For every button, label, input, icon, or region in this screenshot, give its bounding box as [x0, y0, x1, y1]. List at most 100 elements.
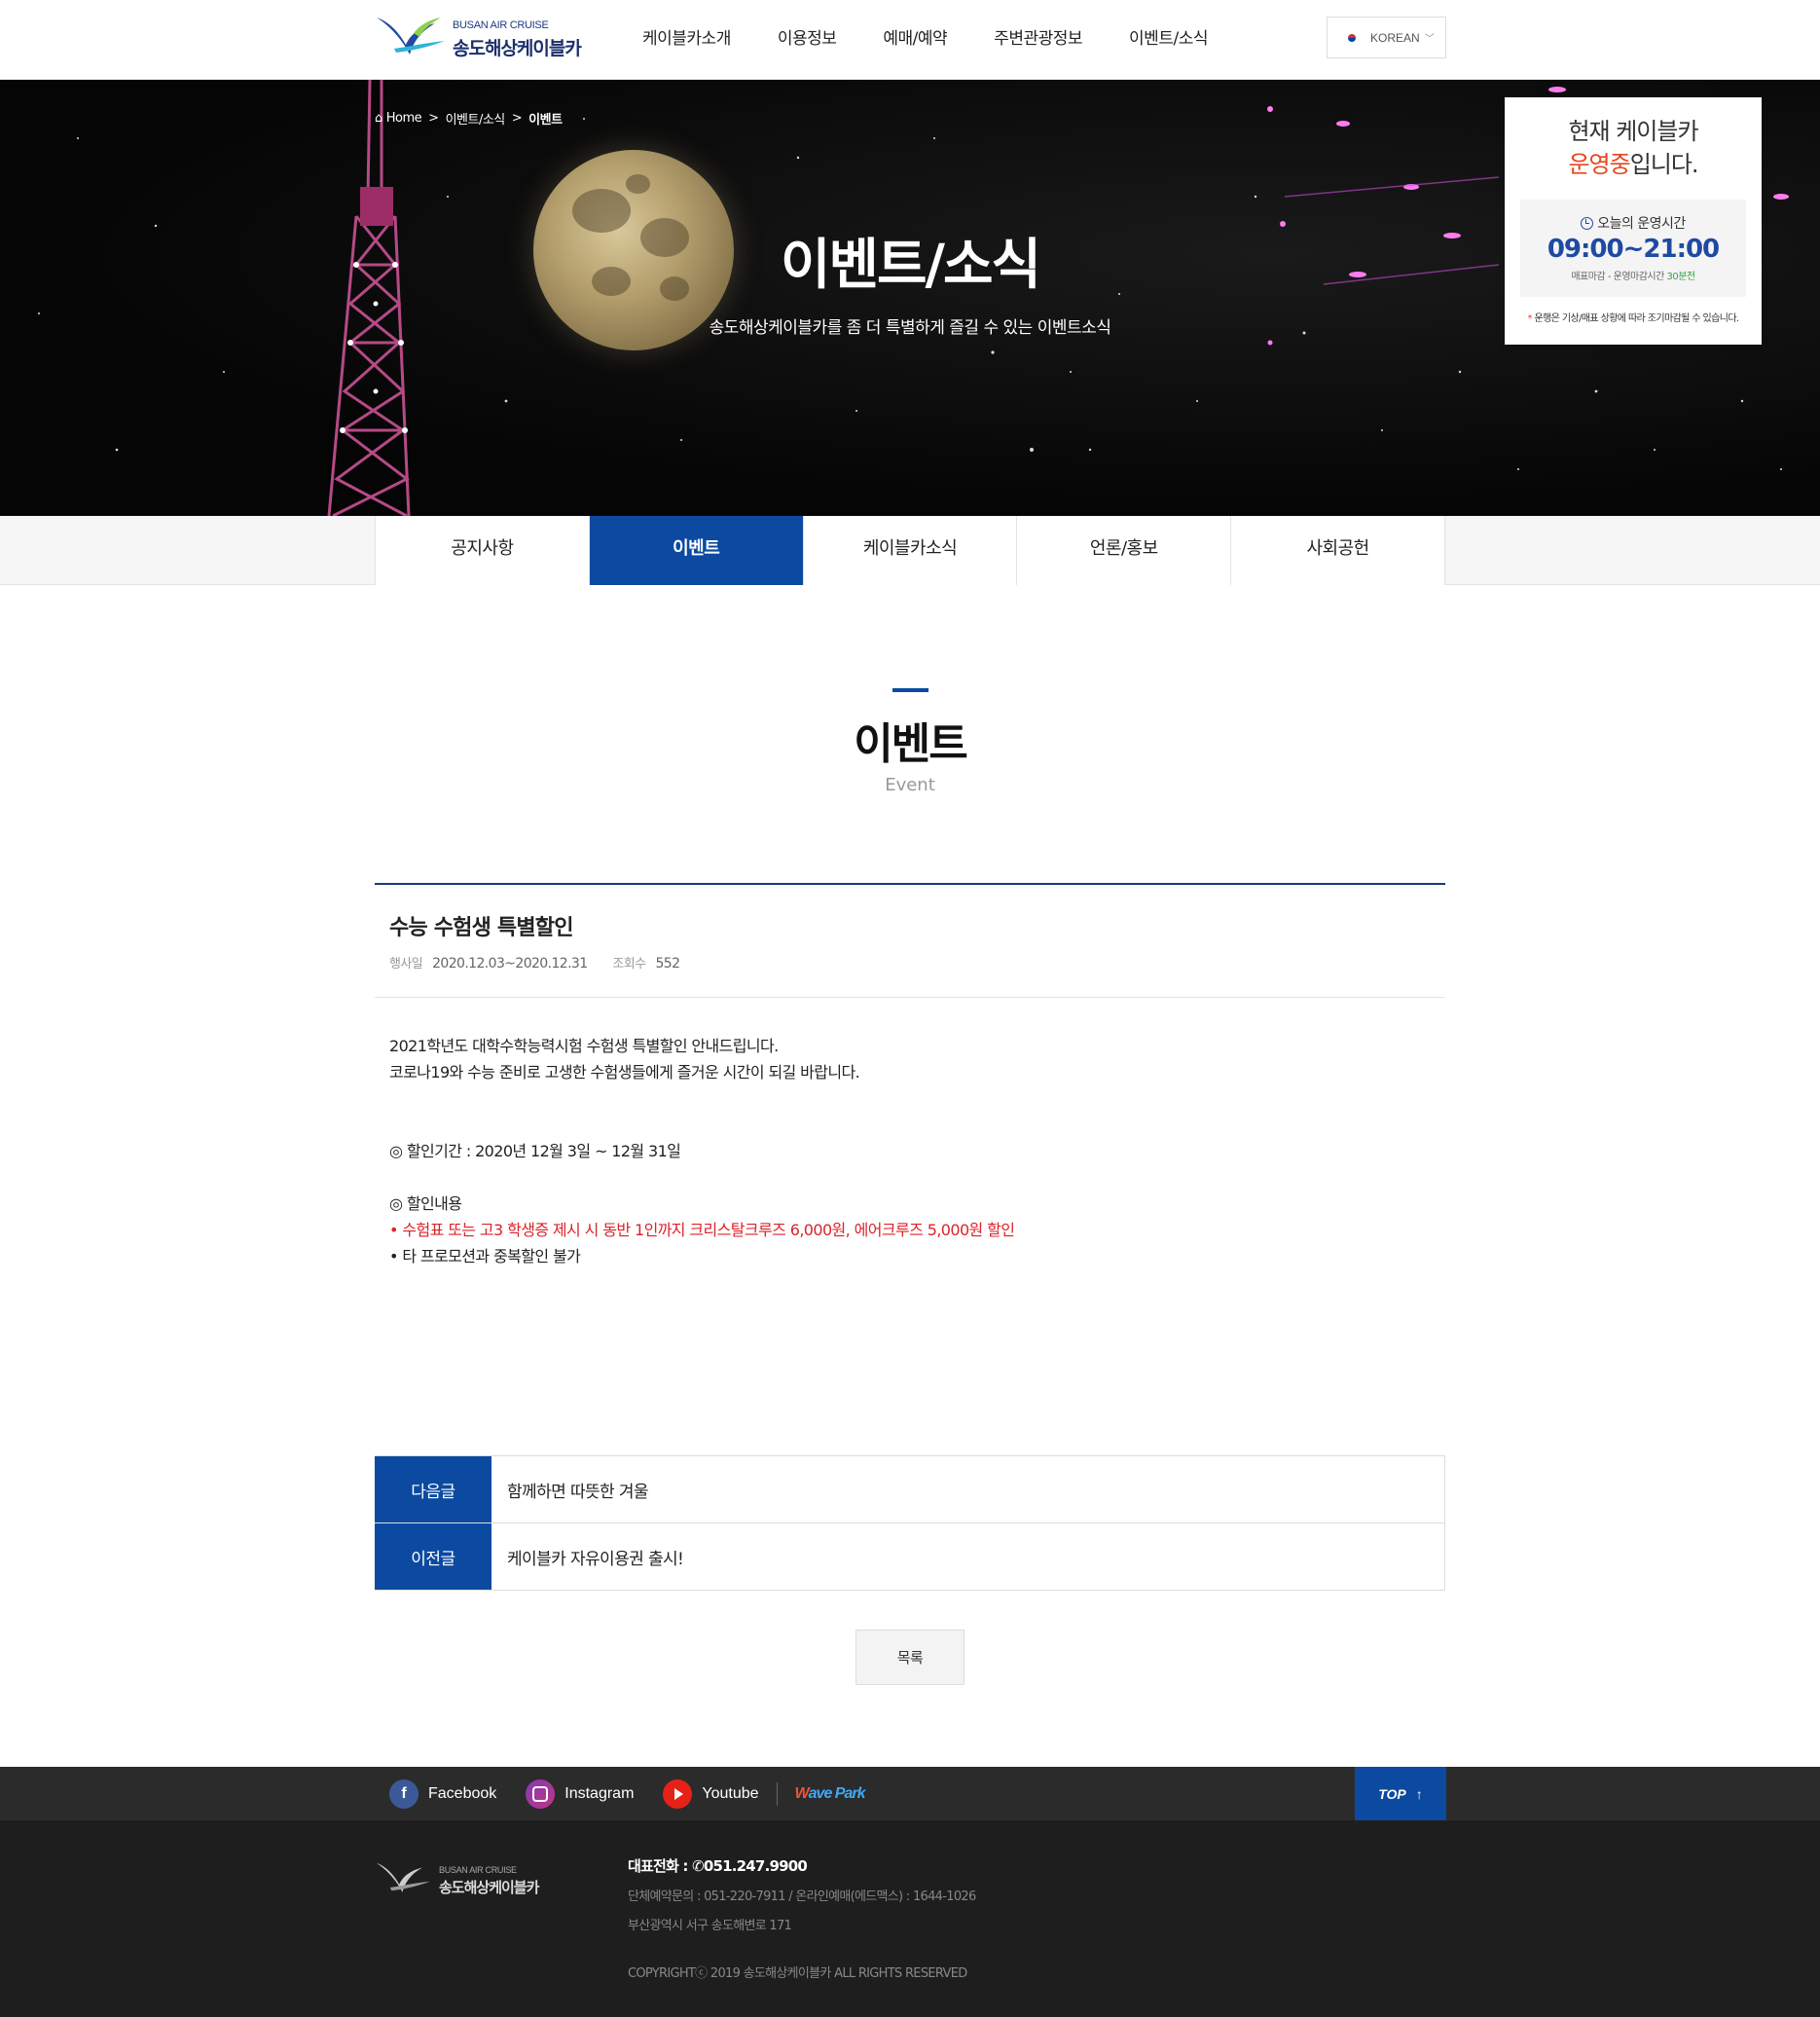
youtube-link[interactable]: Youtube: [663, 1779, 759, 1809]
asterisk-mark: *: [1527, 313, 1532, 324]
nav-item-booking[interactable]: 예매/예약: [883, 0, 947, 78]
site-header: BUSAN AIR CRUISE 송도해상케이블카 케이블카소개 이용정보 예매…: [0, 0, 1820, 80]
wavepark-logo-text: ave Park: [808, 1784, 866, 1802]
status-operating-label: 운영중: [1568, 151, 1630, 178]
sns-divider: [776, 1781, 778, 1806]
breadcrumb: ⌂ Home > 이벤트/소식 > 이벤트: [375, 109, 563, 128]
sub-tabs-bar: 공지사항 이벤트 케이블카소식 언론/홍보 사회공헌: [0, 516, 1820, 585]
copyright: COPYRIGHTⓒ 2019 송도해상케이블카 ALL RIGHTS RESE…: [628, 1966, 967, 1981]
phone-label: 대표전화 :: [628, 1857, 688, 1875]
article-title: 수능 수험생 특별할인: [389, 916, 573, 940]
phone-number: 051.247.9900: [703, 1857, 808, 1875]
wavepark-logo-w: W: [794, 1784, 810, 1802]
prev-post-link[interactable]: 케이블카 자유이용권 출시!: [491, 1523, 1444, 1590]
operating-hours-label: 오늘의 운영시간: [1520, 213, 1746, 233]
next-post-row[interactable]: 다음글 함께하면 따뜻한 겨울: [375, 1456, 1445, 1523]
chevron-down-icon: ﹀: [1424, 34, 1435, 45]
page-title: 이벤트: [854, 719, 967, 769]
youtube-icon: [663, 1779, 693, 1809]
home-icon: ⌂: [375, 111, 382, 126]
youtube-label: Youtube: [702, 1784, 759, 1802]
instagram-link[interactable]: Instagram: [526, 1779, 634, 1809]
operation-status-title: 현재 케이블카 운영중입니다.: [1505, 115, 1762, 181]
nav-item-events-news[interactable]: 이벤트/소식: [1129, 0, 1208, 78]
language-selector[interactable]: KOREAN ﹀: [1327, 17, 1446, 58]
ticket-close-note: 매표마감 - 운영마감시간 30분전: [1520, 268, 1746, 282]
top-label: TOP: [1378, 1785, 1406, 1802]
body-line: 2021학년도 대학수학능력시험 수험생 특별할인 안내드립니다.: [389, 1037, 779, 1055]
facebook-link[interactable]: f Facebook: [389, 1779, 496, 1809]
status-title-suffix: 입니다.: [1629, 151, 1699, 178]
list-button[interactable]: 목록: [855, 1630, 965, 1685]
breadcrumb-parent[interactable]: 이벤트/소식: [446, 109, 506, 128]
nav-item-tourism[interactable]: 주변관광정보: [994, 0, 1082, 78]
discount-detail: • 수험표 또는 고3 학생증 제시 시 동반 1인까지 크리스탈크루즈 6,0…: [389, 1221, 1015, 1239]
footer-logo: BUSAN AIR CRUISE 송도해상케이블카: [375, 1855, 569, 1904]
sns-links: f Facebook Instagram Youtube Wave Park: [389, 1767, 894, 1820]
operating-hours-box: 오늘의 운영시간 09:00~21:00 매표마감 - 운영마감시간 30분전: [1520, 200, 1746, 297]
discount-content-heading: ◎ 할인내용: [389, 1194, 462, 1213]
wavepark-logo-link[interactable]: Wave Park: [794, 1784, 866, 1803]
instagram-label: Instagram: [564, 1784, 635, 1802]
bird-logo-icon: [377, 18, 445, 55]
operation-status-panel: 현재 케이블카 운영중입니다. 오늘의 운영시간 09:00~21:00 매표마…: [1505, 97, 1762, 345]
tab-event[interactable]: 이벤트: [589, 516, 804, 585]
post-navigation: 다음글 함께하면 따뜻한 겨울 이전글 케이블카 자유이용권 출시!: [375, 1455, 1445, 1591]
discount-restriction: • 타 프로모션과 중복할인 불가: [389, 1247, 581, 1265]
logo-english-name: BUSAN AIR CRUISE: [453, 19, 549, 31]
clock-icon: [1581, 216, 1594, 230]
hours-label-text: 오늘의 운영시간: [1597, 216, 1686, 232]
facebook-icon: f: [389, 1779, 419, 1809]
body-line: 코로나19와 수능 준비로 고생한 수험생들에게 즐거운 시간이 되길 바랍니다…: [389, 1063, 860, 1082]
footer-logo-english: BUSAN AIR CRUISE: [439, 1865, 517, 1875]
korea-flag-icon: [1343, 32, 1361, 44]
site-logo[interactable]: BUSAN AIR CRUISE 송도해상케이블카: [375, 12, 589, 60]
article-body: 2021학년도 대학수학능력시험 수험생 특별할인 안내드립니다. 코로나19와…: [375, 998, 1445, 1269]
bird-logo-icon: [376, 1862, 430, 1892]
breadcrumb-current: 이벤트: [528, 113, 563, 128]
footer-logo-korean: 송도해상케이블카: [439, 1879, 539, 1896]
phone-icon: ✆: [692, 1857, 705, 1875]
tab-press[interactable]: 언론/홍보: [1017, 516, 1232, 585]
instagram-icon: [526, 1779, 556, 1809]
arrow-up-icon: ↑: [1415, 1785, 1423, 1802]
main-phone: 대표전화 : ✆051.247.9900: [628, 1855, 976, 1876]
event-period: 2020.12.03~2020.12.31: [432, 956, 588, 972]
tab-cablecar-news[interactable]: 케이블카소식: [803, 516, 1018, 585]
ticket-close-note-text: 매표마감 - 운영마감시간: [1571, 272, 1667, 282]
early-close-text: 운행은 기상/매표 상황에 따라 조기마감될 수 있습니다.: [1534, 313, 1739, 324]
early-close-notice: * 운행은 기상/매표 상황에 따라 조기마감될 수 있습니다.: [1505, 310, 1762, 324]
address: 부산광역시 서구 송도해변로 171: [628, 1919, 792, 1933]
language-label: KOREAN: [1370, 30, 1420, 45]
breadcrumb-separator-icon: >: [511, 111, 523, 126]
title-accent-bar: [892, 688, 928, 692]
views-label: 조회수: [612, 957, 646, 972]
tab-notice[interactable]: 공지사항: [376, 516, 590, 585]
event-article: 수능 수험생 특별할인 행사일 2020.12.03~2020.12.31 조회수…: [375, 883, 1445, 1269]
operating-hours-time: 09:00~21:00: [1547, 235, 1720, 264]
article-header: 수능 수험생 특별할인 행사일 2020.12.03~2020.12.31 조회수…: [375, 885, 1445, 998]
breadcrumb-home[interactable]: Home: [386, 111, 422, 126]
footer-info: 대표전화 : ✆051.247.9900 단체예약문의 : 051-220-79…: [628, 1855, 976, 1981]
ticket-close-minutes: 30분전: [1666, 272, 1696, 282]
nav-item-usage-info[interactable]: 이용정보: [778, 0, 837, 78]
period-label: 행사일: [389, 957, 423, 972]
next-post-link[interactable]: 함께하면 따뜻한 겨울: [491, 1456, 1444, 1522]
site-footer: BUSAN AIR CRUISE 송도해상케이블카 대표전화 : ✆051.24…: [0, 1820, 1820, 2017]
discount-period: ◎ 할인기간 : 2020년 12월 3일 ~ 12월 31일: [389, 1142, 681, 1160]
prev-post-row[interactable]: 이전글 케이블카 자유이용권 출시!: [375, 1523, 1445, 1591]
prev-post-label: 이전글: [375, 1523, 491, 1590]
status-title-prefix: 현재 케이블카: [1568, 118, 1698, 145]
scroll-top-button[interactable]: TOP ↑: [1355, 1767, 1446, 1820]
page-title-english: Event: [885, 775, 935, 795]
article-meta: 행사일 2020.12.03~2020.12.31 조회수 552: [389, 953, 1431, 972]
facebook-label: Facebook: [428, 1784, 497, 1802]
logo-korean-name: 송도해상케이블카: [453, 38, 582, 59]
nav-item-cablecar-intro[interactable]: 케이블카소개: [642, 0, 731, 78]
next-post-label: 다음글: [375, 1456, 491, 1522]
group-booking-info: 단체예약문의 : 051-220-7911 / 온라인예매(에드맥스) : 16…: [628, 1889, 976, 1904]
view-count: 552: [655, 956, 681, 972]
sub-tabs: 공지사항 이벤트 케이블카소식 언론/홍보 사회공헌: [375, 516, 1445, 585]
breadcrumb-separator-icon: >: [428, 111, 439, 126]
tab-social-contribution[interactable]: 사회공헌: [1231, 516, 1445, 585]
